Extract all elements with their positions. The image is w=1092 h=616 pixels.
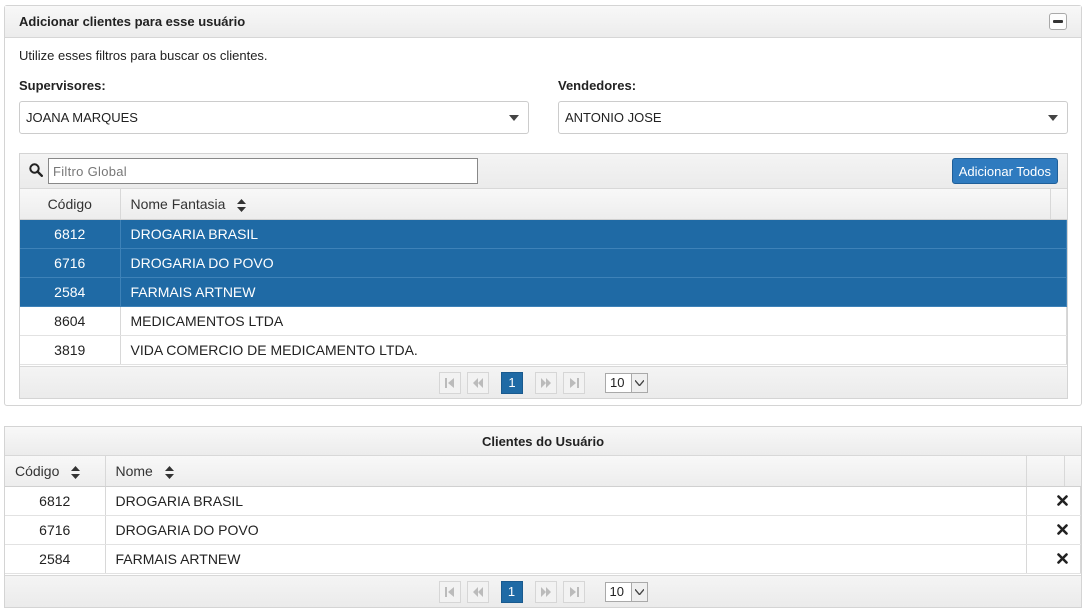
table-row: 2584 FARMAIS ARTNEW: [5, 544, 1081, 574]
user-clients-paginator: 1 10: [5, 575, 1081, 607]
cell-actions: [1026, 544, 1081, 574]
available-clients-grid: Adicionar Todos Código Nome Fantasia 681…: [19, 153, 1068, 399]
available-paginator: 1 10: [20, 366, 1067, 398]
cell-nome: FARMAIS ARTNEW: [105, 544, 1027, 574]
cell-nome-fantasia: FARMAIS ARTNEW: [120, 277, 1067, 307]
table-row[interactable]: 6716 DROGARIA DO POVO: [20, 248, 1067, 278]
vendedores-value: ANTONIO JOSE: [565, 110, 662, 125]
table-row[interactable]: 6812 DROGARIA BRASIL: [20, 219, 1067, 249]
panel-title: Adicionar clientes para esse usuário: [19, 14, 246, 29]
cell-nome-fantasia: VIDA COMERCIO DE MEDICAMENTO LTDA.: [120, 335, 1067, 365]
caret-down-icon: [1048, 115, 1058, 121]
cell-codigo: 2584: [20, 277, 121, 307]
sort-icon: [164, 465, 174, 479]
table-row: 6812 DROGARIA BRASIL: [5, 486, 1081, 516]
user-clients-table: Código Nome 6812 DROGARIA BRASIL 6716 DROGA…: [5, 456, 1081, 574]
sort-icon: [237, 198, 247, 212]
scroll-header-spacer: [1050, 189, 1067, 220]
first-page-button[interactable]: [439, 371, 461, 394]
cell-nome-fantasia: DROGARIA DO POVO: [120, 248, 1067, 278]
sort-icon: [71, 465, 81, 479]
supervisores-value: JOANA MARQUES: [26, 110, 138, 125]
current-page-button[interactable]: 1: [501, 371, 523, 394]
first-page-icon: [445, 377, 454, 388]
times-icon[interactable]: [1057, 552, 1068, 564]
scroll-header-spacer: [1064, 456, 1081, 487]
rows-per-page-select[interactable]: 10: [605, 372, 648, 393]
cell-nome: DROGARIA DO POVO: [105, 515, 1027, 545]
vendedores-select[interactable]: ANTONIO JOSE: [558, 101, 1068, 134]
cell-nome-fantasia: MEDICAMENTOS LTDA: [120, 306, 1067, 336]
grid-toolbar: Adicionar Todos: [20, 154, 1067, 189]
table-row: 6716 DROGARIA DO POVO: [5, 515, 1081, 545]
search-icon: [29, 163, 43, 177]
cell-codigo: 6716: [20, 248, 121, 278]
table-row[interactable]: 2584 FARMAIS ARTNEW: [20, 277, 1067, 307]
cell-codigo: 2584: [5, 544, 106, 574]
supervisores-select[interactable]: JOANA MARQUES: [19, 101, 529, 134]
rows-per-page-select[interactable]: 10: [604, 581, 648, 602]
prev-page-button[interactable]: [466, 580, 489, 603]
prev-page-icon: [473, 377, 483, 388]
table-row[interactable]: 8604 MEDICAMENTOS LTDA: [20, 306, 1067, 336]
column-header-nome[interactable]: Nome: [105, 456, 1027, 487]
cell-codigo: 6812: [20, 219, 121, 249]
cell-actions: [1026, 515, 1081, 545]
current-page-button[interactable]: 1: [500, 580, 523, 603]
available-clients-table: Código Nome Fantasia 6812 DROGARIA BRASIL…: [20, 189, 1067, 365]
last-page-button[interactable]: [563, 371, 585, 394]
next-page-icon: [541, 377, 551, 388]
add-clients-panel: Adicionar clientes para esse usuário Uti…: [4, 5, 1082, 406]
next-page-icon: [540, 586, 551, 597]
intro-text: Utilize esses filtros para buscar os cli…: [19, 48, 268, 63]
add-all-button[interactable]: Adicionar Todos: [951, 158, 1058, 184]
cell-codigo: 8604: [20, 306, 121, 336]
next-page-button[interactable]: [534, 580, 557, 603]
last-page-icon: [570, 377, 579, 388]
supervisores-label: Supervisores:: [19, 78, 106, 93]
panel-header: Adicionar clientes para esse usuário: [5, 6, 1081, 38]
vendedores-label: Vendedores:: [558, 78, 637, 93]
collapse-button[interactable]: [1049, 13, 1067, 30]
cell-nome-fantasia: DROGARIA BRASIL: [120, 219, 1067, 249]
times-icon[interactable]: [1057, 494, 1068, 506]
prev-page-button[interactable]: [467, 371, 489, 394]
user-clients-title: Clientes do Usuário: [5, 427, 1081, 456]
user-clients-panel: Clientes do Usuário Código Nome 6812 DROG…: [4, 426, 1082, 608]
column-header-codigo[interactable]: Código: [20, 189, 121, 220]
cell-codigo: 6812: [5, 486, 106, 516]
actions-header: [1026, 456, 1065, 487]
cell-nome: DROGARIA BRASIL: [105, 486, 1027, 516]
times-icon[interactable]: [1057, 523, 1068, 535]
global-filter-input[interactable]: [48, 158, 478, 184]
first-page-icon: [444, 586, 454, 597]
next-page-button[interactable]: [535, 371, 557, 394]
cell-actions: [1026, 486, 1081, 516]
cell-codigo: 3819: [20, 335, 121, 365]
prev-page-icon: [472, 586, 483, 597]
first-page-button[interactable]: [438, 580, 461, 603]
table-row[interactable]: 3819 VIDA COMERCIO DE MEDICAMENTO LTDA.: [20, 335, 1067, 365]
chevron-down-icon: [631, 373, 647, 392]
last-page-icon: [569, 586, 579, 597]
cell-codigo: 6716: [5, 515, 106, 545]
column-header-nome-fantasia[interactable]: Nome Fantasia: [120, 189, 1051, 220]
last-page-button[interactable]: [562, 580, 585, 603]
column-header-codigo[interactable]: Código: [5, 456, 106, 487]
chevron-down-icon: [630, 582, 647, 601]
minus-icon: [1053, 20, 1063, 23]
caret-down-icon: [509, 115, 519, 121]
